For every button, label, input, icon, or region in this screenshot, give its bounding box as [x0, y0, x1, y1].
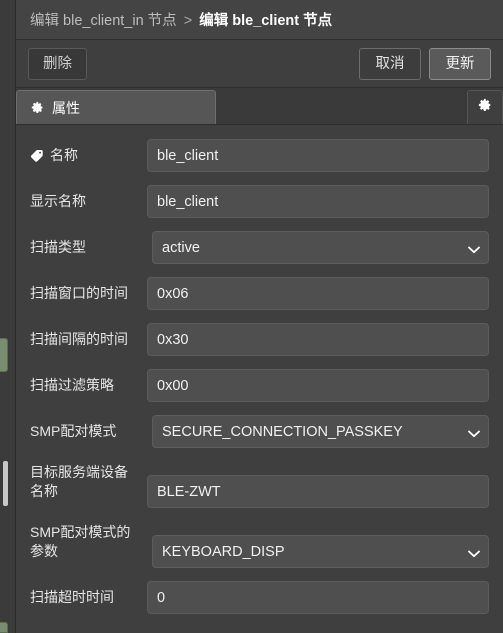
- label-scan-timeout-text: 扫描超时时间: [30, 589, 114, 605]
- smp-pairing-mode-select[interactable]: [152, 415, 489, 448]
- panel-toolbar: 删除 取消 更新: [16, 40, 503, 88]
- tab-properties-label: 属性: [52, 99, 80, 116]
- label-name-text: 名称: [50, 147, 78, 163]
- label-scan-type: 扫描类型: [30, 238, 147, 257]
- label-smp-pairing-param-text: SMP配对模式的参数: [30, 524, 131, 559]
- label-name: 名称: [30, 146, 147, 165]
- form-row-smp-pairing-param: SMP配对模式的参数: [30, 521, 489, 568]
- form-row-scan-interval: 扫描间隔的时间: [30, 323, 489, 356]
- label-scan-window: 扫描窗口的时间: [30, 284, 147, 303]
- scan-type-select-wrap: [152, 231, 489, 264]
- scan-interval-input[interactable]: [147, 323, 489, 356]
- form-row-smp-pairing-mode: SMP配对模式: [30, 415, 489, 448]
- breadcrumb: 编辑 ble_client_in 节点 > 编辑 ble_client 节点: [30, 9, 332, 30]
- label-scan-window-text: 扫描窗口的时间: [30, 285, 128, 301]
- breadcrumb-previous[interactable]: 编辑 ble_client_in 节点: [30, 13, 177, 29]
- update-button[interactable]: 更新: [429, 47, 491, 80]
- label-target-device-name-text: 目标服务端设备名称: [30, 464, 128, 499]
- scan-timeout-input[interactable]: [147, 581, 489, 614]
- breadcrumb-current: 编辑 ble_client 节点: [199, 13, 333, 29]
- label-scan-interval: 扫描间隔的时间: [30, 330, 147, 349]
- label-scan-timeout: 扫描超时时间: [30, 588, 147, 607]
- tag-icon: [30, 149, 44, 163]
- tab-strip: 属性: [16, 88, 503, 125]
- form-row-display-name: 显示名称: [30, 185, 489, 218]
- properties-form: 名称 显示名称 扫描类型: [16, 125, 503, 633]
- label-scan-type-text: 扫描类型: [30, 239, 86, 255]
- smp-pairing-param-select[interactable]: [152, 535, 489, 568]
- form-row-scan-window: 扫描窗口的时间: [30, 277, 489, 310]
- label-scan-interval-text: 扫描间隔的时间: [30, 331, 128, 347]
- panel-resize-handle[interactable]: [3, 461, 8, 506]
- name-input[interactable]: [147, 139, 489, 172]
- form-row-scan-filter-policy: 扫描过滤策略: [30, 369, 489, 402]
- node-red-edit-dialog: 编辑 ble_client_in 节点 > 编辑 ble_client 节点 删…: [0, 0, 503, 633]
- label-smp-pairing-param: SMP配对模式的参数: [30, 521, 147, 561]
- display-name-input[interactable]: [147, 185, 489, 218]
- scan-filter-policy-input[interactable]: [147, 369, 489, 402]
- scan-window-input[interactable]: [147, 277, 489, 310]
- gear-icon: [478, 98, 492, 117]
- form-row-scan-type: 扫描类型: [30, 231, 489, 264]
- form-row-target-device-name: 目标服务端设备名称: [30, 461, 489, 508]
- label-smp-pairing-mode-text: SMP配对模式: [30, 423, 117, 439]
- tab-properties[interactable]: 属性: [16, 90, 216, 124]
- target-device-name-input[interactable]: [147, 475, 489, 508]
- form-row-name: 名称: [30, 139, 489, 172]
- smp-pairing-param-select-wrap: [152, 535, 489, 568]
- panel-header: 编辑 ble_client_in 节点 > 编辑 ble_client 节点: [16, 0, 503, 40]
- label-smp-pairing-mode: SMP配对模式: [30, 422, 147, 441]
- panel-settings-button[interactable]: [467, 90, 503, 124]
- scan-type-select[interactable]: [152, 231, 489, 264]
- label-scan-filter-policy-text: 扫描过滤策略: [30, 377, 114, 393]
- label-scan-filter-policy: 扫描过滤策略: [30, 376, 147, 395]
- label-display-name: 显示名称: [30, 192, 147, 211]
- label-display-name-text: 显示名称: [30, 193, 86, 209]
- canvas-node-stub-secondary[interactable]: [0, 622, 8, 633]
- cancel-button[interactable]: 取消: [359, 47, 421, 80]
- canvas-gutter: [0, 0, 16, 633]
- breadcrumb-separator: >: [183, 13, 193, 29]
- edit-panel: 编辑 ble_client_in 节点 > 编辑 ble_client 节点 删…: [16, 0, 503, 633]
- smp-pairing-mode-select-wrap: [152, 415, 489, 448]
- form-row-scan-timeout: 扫描超时时间: [30, 581, 489, 614]
- label-target-device-name: 目标服务端设备名称: [30, 461, 147, 501]
- canvas-node-stub[interactable]: [0, 338, 8, 372]
- delete-button[interactable]: 删除: [28, 47, 87, 80]
- gear-icon: [31, 101, 44, 114]
